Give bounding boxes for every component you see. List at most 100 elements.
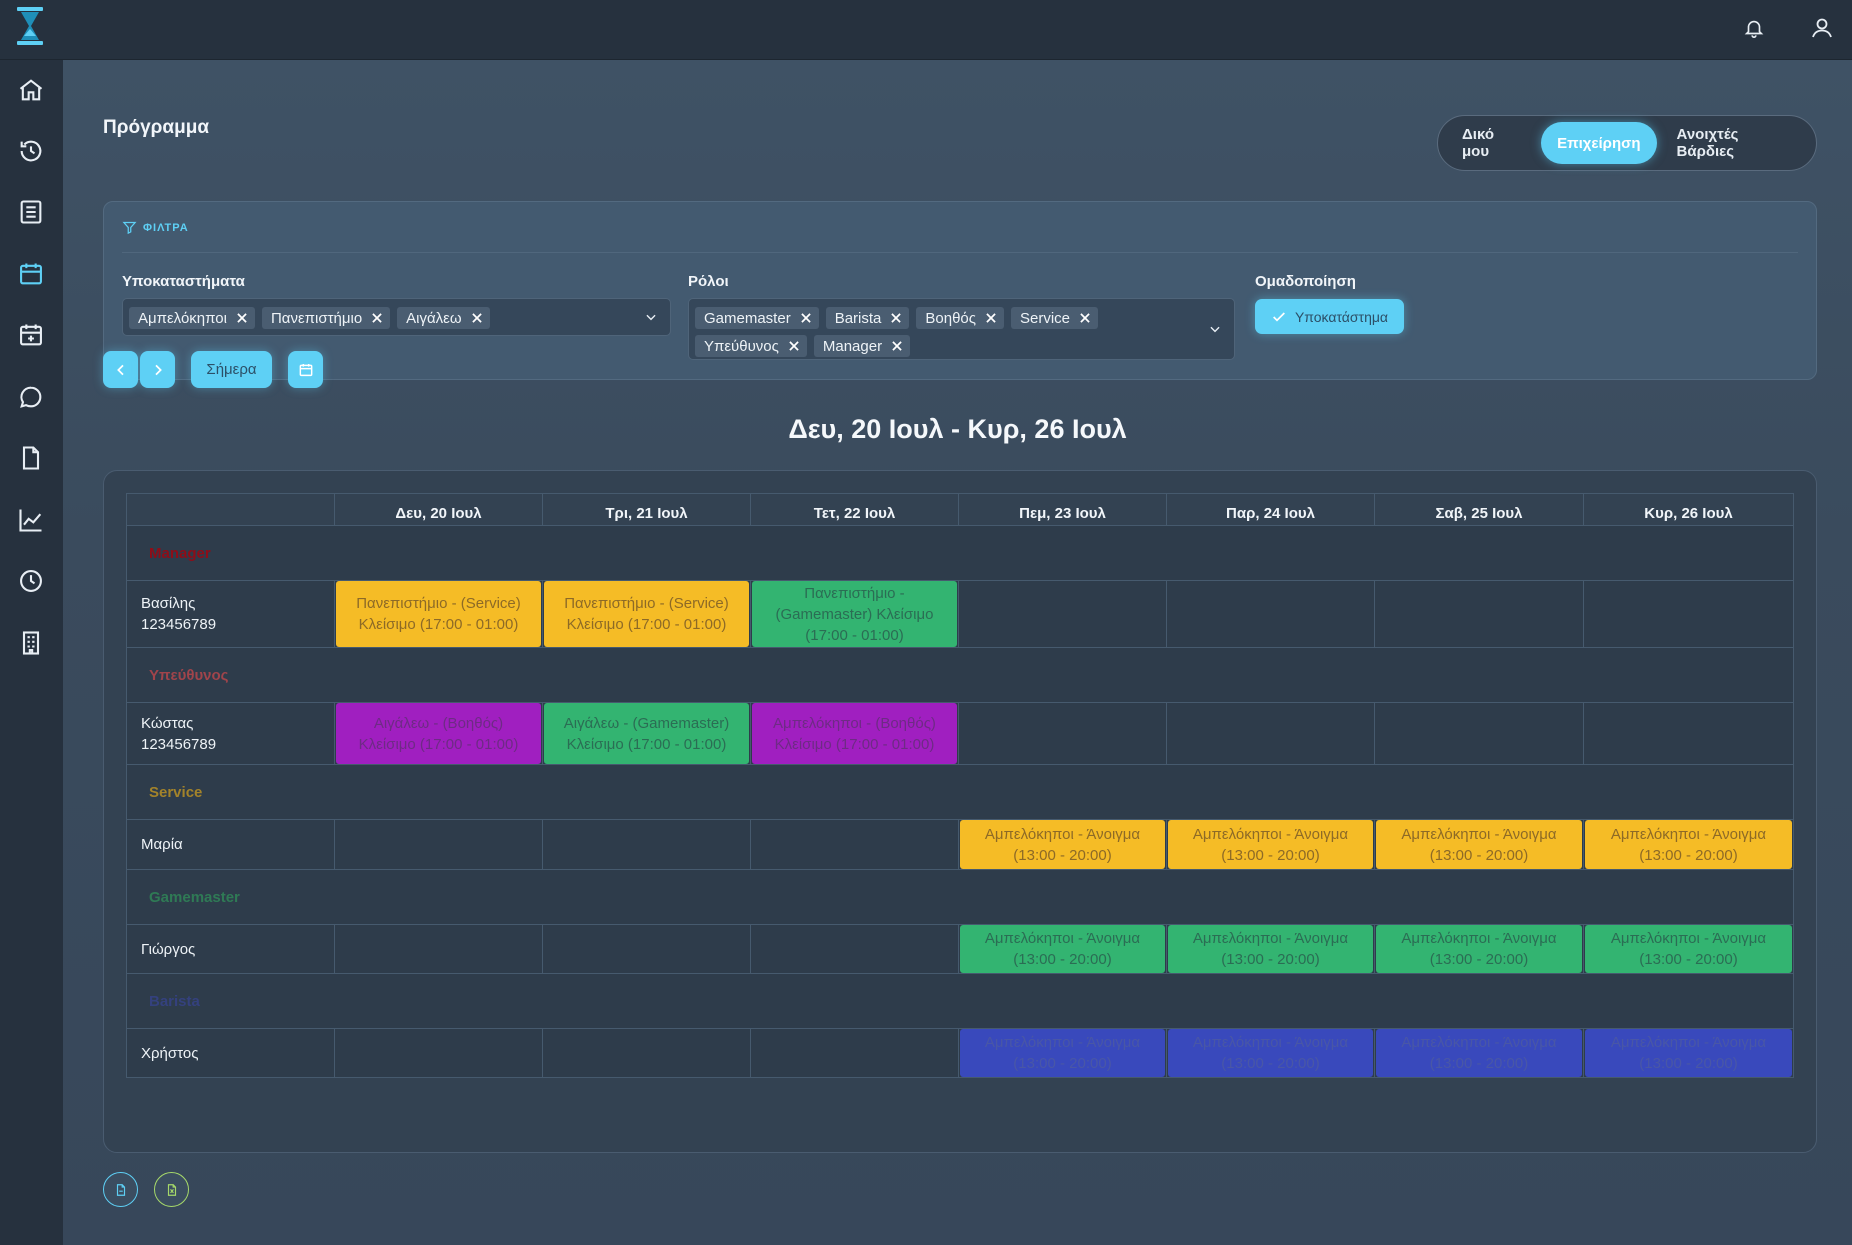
day-cell[interactable]: [334, 1028, 543, 1078]
schedule-corner-cell: [126, 493, 335, 526]
shift-block[interactable]: Αμπελόκηποι - Άνοιγμα (13:00 - 20:00): [1168, 925, 1373, 973]
export-excel-button[interactable]: [154, 1172, 189, 1207]
close-icon[interactable]: [1078, 311, 1092, 325]
file-icon[interactable]: [14, 441, 48, 475]
day-cell[interactable]: Πανεπιστήμιο - (Service) Κλείσιμο (17:00…: [542, 580, 751, 648]
grouping-branch-button[interactable]: Υποκατάστημα: [1255, 299, 1404, 334]
day-cell[interactable]: [1166, 702, 1375, 765]
day-cell[interactable]: Αμπελόκηποι - Άνοιγμα (13:00 - 20:00): [958, 924, 1167, 974]
day-cell[interactable]: Αμπελόκηποι - Άνοιγμα (13:00 - 20:00): [1583, 924, 1794, 974]
filters-divider: [122, 252, 1798, 253]
shift-block[interactable]: Αμπελόκηποι - Άνοιγμα (13:00 - 20:00): [960, 820, 1165, 869]
roles-select[interactable]: Gamemaster Barista Βοηθός Service Υπεύθυνος M…: [688, 298, 1235, 360]
shift-block[interactable]: Πανεπιστήμιο - (Service) Κλείσιμο (17:00…: [544, 581, 749, 647]
export-pdf-button[interactable]: [103, 1172, 138, 1207]
today-button[interactable]: Σήμερα: [191, 351, 272, 388]
filters-header[interactable]: ΦΙΛΤΡΑ: [122, 220, 189, 235]
role-chip: Υπεύθυνος: [695, 335, 807, 357]
shift-block[interactable]: Πανεπιστήμιο - (Gamemaster) Κλείσιμο (17…: [752, 581, 957, 647]
day-cell[interactable]: [542, 819, 751, 870]
week-range-title: Δευ, 20 Ιουλ - Κυρ, 26 Ιουλ: [788, 414, 1127, 444]
day-cell[interactable]: Αμπελόκηποι - Άνοιγμα (13:00 - 20:00): [958, 1028, 1167, 1078]
user-icon[interactable]: [1806, 12, 1838, 44]
day-cell[interactable]: [1374, 702, 1584, 765]
view-toggle-open-shifts[interactable]: Ανοιχτές Βάρδιες: [1661, 122, 1808, 164]
shift-block[interactable]: Αμπελόκηποι - Άνοιγμα (13:00 - 20:00): [1585, 1029, 1792, 1077]
day-cell[interactable]: Αμπελόκηποι - Άνοιγμα (13:00 - 20:00): [1374, 819, 1584, 870]
day-cell[interactable]: [750, 819, 959, 870]
branch-chip: Πανεπιστήμιο: [261, 307, 391, 329]
history-icon[interactable]: [14, 134, 48, 168]
branches-label: Υποκαταστήματα: [122, 273, 245, 290]
shift-block[interactable]: Αιγάλεω - (Gamemaster) Κλείσιμο (17:00 -…: [544, 703, 749, 764]
shift-block[interactable]: Αμπελόκηποι - (Βοηθός) Κλείσιμο (17:00 -…: [752, 703, 957, 764]
day-cell[interactable]: Αμπελόκηποι - Άνοιγμα (13:00 - 20:00): [1583, 1028, 1794, 1078]
shift-block[interactable]: Πανεπιστήμιο - (Service) Κλείσιμο (17:00…: [336, 581, 541, 647]
day-cell[interactable]: Αιγάλεω - (Gamemaster) Κλείσιμο (17:00 -…: [542, 702, 751, 765]
day-cell[interactable]: Αμπελόκηποι - Άνοιγμα (13:00 - 20:00): [1374, 1028, 1584, 1078]
day-cell[interactable]: [750, 1028, 959, 1078]
view-toggle-business[interactable]: Επιχείρηση: [1541, 122, 1657, 164]
day-cell[interactable]: [542, 1028, 751, 1078]
person-name: Μαρία: [141, 836, 183, 853]
day-cell[interactable]: [1583, 580, 1794, 648]
day-cell[interactable]: Αμπελόκηποι - (Βοηθός) Κλείσιμο (17:00 -…: [750, 702, 959, 765]
role-chip-label: Βοηθός: [925, 309, 976, 327]
close-icon[interactable]: [370, 311, 384, 325]
day-cell[interactable]: [1374, 580, 1584, 648]
bell-icon[interactable]: [1738, 12, 1770, 44]
calendar-icon[interactable]: [14, 257, 48, 291]
day-cell[interactable]: [750, 924, 959, 974]
day-cell[interactable]: Αμπελόκηποι - Άνοιγμα (13:00 - 20:00): [1166, 819, 1375, 870]
day-cell[interactable]: [334, 819, 543, 870]
chat-icon[interactable]: [14, 380, 48, 414]
day-cell[interactable]: Αμπελόκηποι - Άνοιγμα (13:00 - 20:00): [1583, 819, 1794, 870]
day-cell[interactable]: Αιγάλεω - (Βοηθός) Κλείσιμο (17:00 - 01:…: [334, 702, 543, 765]
shift-block[interactable]: Αμπελόκηποι - Άνοιγμα (13:00 - 20:00): [1376, 925, 1582, 973]
day-cell[interactable]: [1166, 580, 1375, 648]
hourglass-logo-icon[interactable]: [14, 5, 46, 47]
list-icon[interactable]: [14, 195, 48, 229]
day-cell[interactable]: Αμπελόκηποι - Άνοιγμα (13:00 - 20:00): [1166, 1028, 1375, 1078]
shift-block[interactable]: Αμπελόκηποι - Άνοιγμα (13:00 - 20:00): [1376, 820, 1582, 869]
close-icon[interactable]: [235, 311, 249, 325]
chart-icon[interactable]: [14, 503, 48, 537]
shift-block[interactable]: Αμπελόκηποι - Άνοιγμα (13:00 - 20:00): [960, 1029, 1165, 1077]
day-cell[interactable]: Αμπελόκηποι - Άνοιγμα (13:00 - 20:00): [958, 819, 1167, 870]
building-icon[interactable]: [14, 626, 48, 660]
close-icon[interactable]: [787, 339, 801, 353]
close-icon[interactable]: [889, 311, 903, 325]
view-toggle-mine[interactable]: Δικό μου: [1446, 122, 1537, 164]
close-icon[interactable]: [470, 311, 484, 325]
home-icon[interactable]: [14, 73, 48, 107]
next-week-button[interactable]: [140, 351, 175, 388]
close-icon[interactable]: [984, 311, 998, 325]
close-icon[interactable]: [799, 311, 813, 325]
shift-block[interactable]: Αμπελόκηποι - Άνοιγμα (13:00 - 20:00): [1168, 820, 1373, 869]
date-picker-button[interactable]: [288, 351, 323, 388]
previous-week-button[interactable]: [103, 351, 138, 388]
day-cell[interactable]: [1583, 702, 1794, 765]
day-cell[interactable]: Πανεπιστήμιο - (Gamemaster) Κλείσιμο (17…: [750, 580, 959, 648]
calendar-plus-icon[interactable]: [14, 318, 48, 352]
branches-select[interactable]: Αμπελόκηποι Πανεπιστήμιο Αιγάλεω: [122, 298, 671, 336]
day-cell[interactable]: [958, 702, 1167, 765]
chevron-down-icon[interactable]: [644, 310, 658, 324]
clock-icon[interactable]: [14, 564, 48, 598]
shift-block[interactable]: Αμπελόκηποι - Άνοιγμα (13:00 - 20:00): [1585, 925, 1792, 973]
day-cell[interactable]: Αμπελόκηποι - Άνοιγμα (13:00 - 20:00): [1374, 924, 1584, 974]
day-cell[interactable]: [958, 580, 1167, 648]
day-cell[interactable]: Πανεπιστήμιο - (Service) Κλείσιμο (17:00…: [334, 580, 543, 648]
shift-block[interactable]: Αμπελόκηποι - Άνοιγμα (13:00 - 20:00): [1168, 1029, 1373, 1077]
day-cell[interactable]: Αμπελόκηποι - Άνοιγμα (13:00 - 20:00): [1166, 924, 1375, 974]
chevron-down-icon[interactable]: [1208, 322, 1222, 336]
shift-block[interactable]: Αμπελόκηποι - Άνοιγμα (13:00 - 20:00): [1585, 820, 1792, 869]
shift-block[interactable]: Αμπελόκηποι - Άνοιγμα (13:00 - 20:00): [960, 925, 1165, 973]
group-row: Barista: [126, 973, 1794, 1029]
sidebar: [0, 60, 63, 1245]
day-cell[interactable]: [334, 924, 543, 974]
day-cell[interactable]: [542, 924, 751, 974]
close-icon[interactable]: [890, 339, 904, 353]
shift-block[interactable]: Αιγάλεω - (Βοηθός) Κλείσιμο (17:00 - 01:…: [336, 703, 541, 764]
shift-block[interactable]: Αμπελόκηποι - Άνοιγμα (13:00 - 20:00): [1376, 1029, 1582, 1077]
